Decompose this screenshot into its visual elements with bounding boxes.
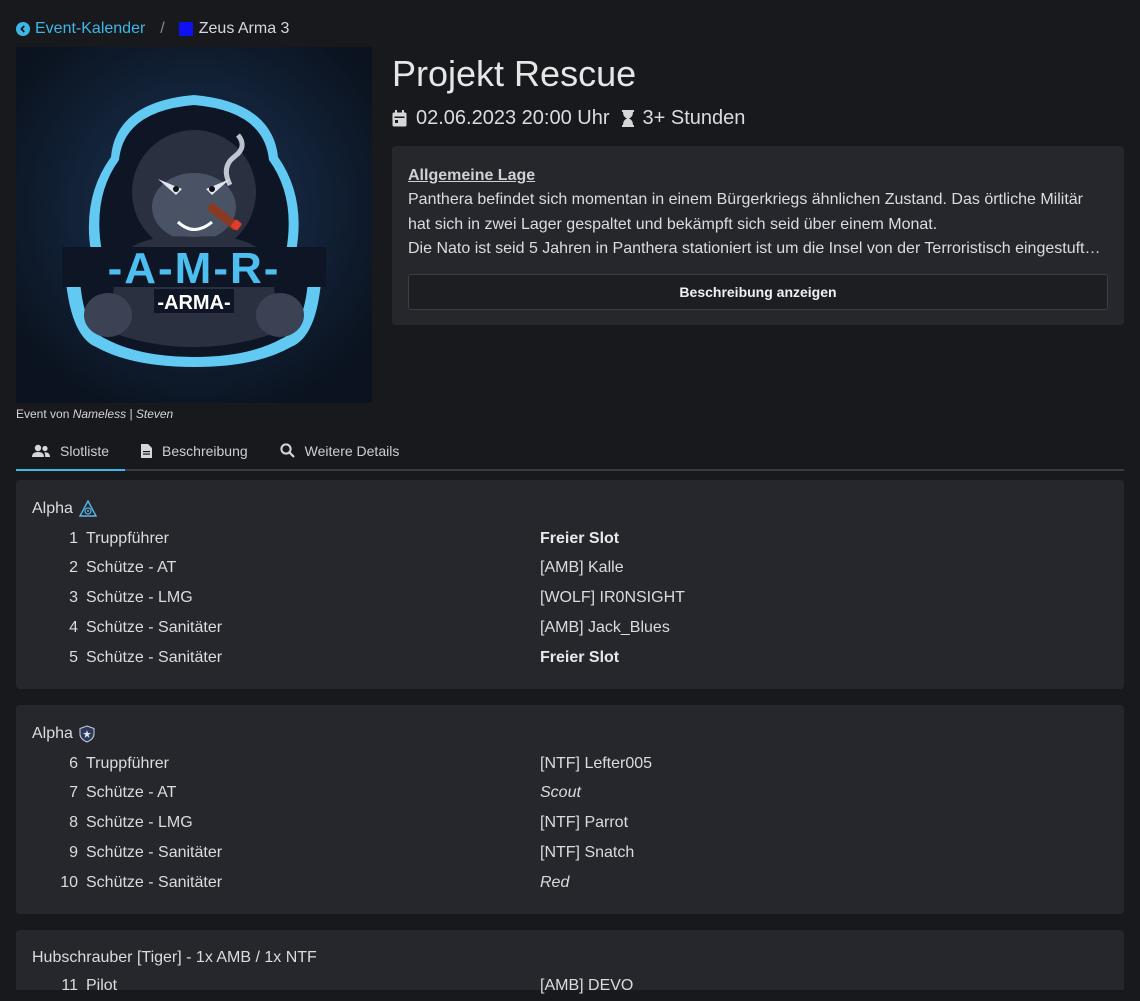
tab-slotliste[interactable]: Slotliste	[16, 432, 126, 471]
slot-player: [AMB] Kalle	[540, 559, 624, 576]
slot-number: 4	[69, 619, 78, 636]
slot-row[interactable]: 7 Schütze - AT Scout	[16, 778, 1124, 808]
slot-role: Truppführer	[86, 755, 169, 772]
ntf-shield-icon	[79, 725, 95, 743]
slot-number: 3	[69, 589, 78, 606]
slot-number: 1	[69, 530, 78, 547]
slot-number: 2	[69, 559, 78, 576]
file-icon	[141, 443, 153, 458]
event-title: Projekt Rescue	[392, 53, 637, 94]
group-header: Hubschrauber [Tiger] - 1x AMB / 1x NTF	[32, 949, 317, 967]
slot-player: [AMB] DEVO	[540, 977, 634, 994]
slot-number: 11	[61, 977, 78, 994]
slot-player: Freier Slot	[540, 530, 620, 547]
slot-player: Freier Slot	[540, 649, 620, 666]
slot-row[interactable]: 5 Schütze - Sanitäter Freier Slot	[16, 643, 1124, 673]
description-paragraph: Panthera befindet sich momentan in einem…	[408, 191, 1084, 233]
slot-number: 6	[69, 755, 78, 772]
back-link-label: Event-Kalender	[35, 20, 146, 37]
slot-row[interactable]: 1 Truppführer Freier Slot	[16, 524, 1124, 554]
slot-row[interactable]: 3 Schütze - LMG [WOLF] IR0NSIGHT	[16, 583, 1124, 613]
slot-row[interactable]: 10 Schütze - Sanitäter Red	[16, 868, 1124, 898]
event-duration: 3+ Stunden	[642, 106, 746, 129]
slot-role: Schütze - Sanitäter	[86, 844, 223, 861]
slot-player: [NTF] Snatch	[540, 844, 635, 861]
tab-weitere-details[interactable]: Weitere Details	[264, 432, 416, 469]
slot-player: [NTF] Parrot	[540, 814, 629, 831]
slot-player: Scout	[540, 784, 581, 801]
tab-label: Beschreibung	[162, 442, 248, 459]
slot-player: Red	[540, 874, 570, 891]
slot-role: Schütze - AT	[86, 784, 177, 801]
slot-row[interactable]: 8 Schütze - LMG [NTF] Parrot	[16, 808, 1124, 838]
group-name: Hubschrauber [Tiger] - 1x AMB / 1x NTF	[32, 949, 317, 966]
description-heading: Allgemeine Lage	[408, 167, 536, 184]
slot-role: Truppführer	[86, 530, 169, 547]
chevron-left-circle-icon	[16, 22, 30, 36]
event-logo-image: -A-M-R- -ARMA-	[16, 47, 372, 403]
event-author-line: Event von Nameless | Steven	[16, 407, 173, 421]
slot-role: Schütze - Sanitäter	[86, 619, 223, 636]
group-header: Alpha	[32, 500, 97, 518]
tab-bar: Slotliste Beschreibung Weitere Details	[16, 432, 1124, 471]
slot-number: 9	[69, 844, 78, 861]
event-date: 02.06.2023 20:00 Uhr	[416, 106, 610, 129]
slot-player: [NTF] Lefter005	[540, 755, 653, 772]
hourglass-icon	[621, 109, 634, 127]
slot-number: 7	[69, 784, 78, 801]
description-paragraph: Die Nato ist seid 5 Jahren in Panthera s…	[408, 240, 1108, 257]
slot-role: Schütze - LMG	[86, 814, 193, 831]
event-meta: 02.06.2023 20:00 Uhr 3+ Stunden	[392, 105, 745, 131]
slot-role: Schütze - Sanitäter	[86, 874, 223, 891]
breadcrumb-separator: /	[160, 20, 165, 37]
slot-role: Pilot	[86, 977, 118, 994]
slot-row[interactable]: 6 Truppführer [NTF] Lefter005	[16, 749, 1124, 779]
amb-squad-icon	[78, 500, 97, 518]
group-name: Alpha	[32, 725, 73, 742]
slot-player: [WOLF] IR0NSIGHT	[540, 589, 685, 606]
slot-number: 8	[69, 814, 78, 831]
slot-role: Schütze - Sanitäter	[86, 649, 223, 666]
tab-beschreibung[interactable]: Beschreibung	[125, 432, 264, 469]
tab-label: Weitere Details	[304, 442, 400, 459]
show-description-button[interactable]: Beschreibung anzeigen	[408, 273, 1108, 310]
breadcrumb: Event-Kalender / Zeus Arma 3	[16, 18, 289, 40]
slot-group: Hubschrauber [Tiger] - 1x AMB / 1x NTF 1…	[16, 930, 1124, 994]
tab-label: Slotliste	[60, 442, 110, 459]
svg-text:-ARMA-: -ARMA-	[157, 292, 230, 314]
slot-role: Schütze - LMG	[86, 589, 193, 606]
slot-row[interactable]: 2 Schütze - AT [AMB] Kalle	[16, 553, 1124, 583]
slot-row[interactable]: 11 Pilot [AMB] DEVO	[16, 971, 1124, 1001]
users-icon	[32, 444, 50, 458]
search-icon	[280, 443, 295, 458]
description-card: Allgemeine Lage Panthera befindet sich m…	[392, 146, 1124, 325]
slot-role: Schütze - AT	[86, 559, 177, 576]
slot-group: Alpha 1 Truppführer Freier Slot 2 Schütz…	[16, 480, 1124, 689]
slot-group: Alpha 6 Truppführer [NTF] Lefter005 7 Sc…	[16, 705, 1124, 914]
event-author-name: Nameless | Steven	[72, 407, 174, 421]
slot-row[interactable]: 4 Schütze - Sanitäter [AMB] Jack_Blues	[16, 613, 1124, 643]
back-to-calendar-link[interactable]: Event-Kalender	[16, 20, 145, 38]
calendar-color-swatch	[178, 22, 193, 36]
group-header: Alpha	[32, 725, 95, 743]
group-name: Alpha	[32, 500, 73, 517]
breadcrumb-current: Zeus Arma 3	[198, 20, 290, 37]
svg-text:-A-M-R-: -A-M-R-	[108, 244, 281, 293]
calendar-icon	[392, 109, 407, 127]
slot-number: 5	[69, 649, 78, 666]
slot-row[interactable]: 9 Schütze - Sanitäter [NTF] Snatch	[16, 838, 1124, 868]
event-author-prefix: Event von	[16, 407, 70, 421]
slot-player: [AMB] Jack_Blues	[540, 619, 670, 636]
slot-number: 10	[60, 874, 78, 891]
